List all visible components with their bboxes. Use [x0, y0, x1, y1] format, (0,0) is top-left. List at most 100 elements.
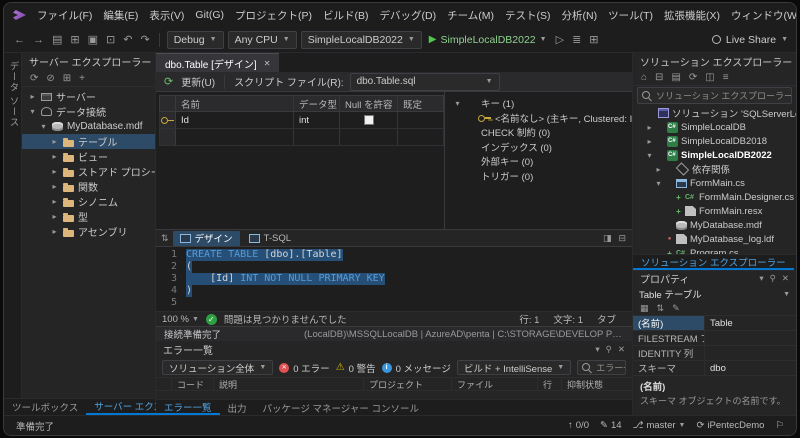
maximize-pane-icon[interactable]: ◨ [603, 233, 612, 244]
tree-item[interactable]: ▸ 関数 [22, 179, 155, 194]
close-panel-icon[interactable]: ✕ [618, 344, 625, 355]
property-value[interactable]: Table [705, 316, 796, 330]
expander-icon[interactable]: ▸ [50, 227, 59, 236]
expander-icon[interactable]: ▸ [50, 152, 59, 161]
window-position-icon[interactable]: ▾ [759, 273, 763, 284]
bottom-panel-tab[interactable]: パッケージ マネージャー コンソール [255, 400, 427, 415]
error-column-header[interactable]: 抑制状態 [562, 378, 632, 390]
menu-item[interactable]: 分析(N) [557, 8, 603, 23]
cell-column-name[interactable] [176, 129, 294, 145]
expander-icon[interactable]: ▸ [50, 197, 59, 206]
expander-icon[interactable]: ▾ [453, 99, 462, 108]
solution-tree-item[interactable]: ▾ FormMain.cs [633, 176, 796, 190]
bottom-panel-tab[interactable]: エラー一覧 [156, 400, 220, 415]
script-file-dropdown[interactable]: dbo.Table.sql ▼ [349, 72, 500, 91]
menu-item[interactable]: プロジェクト(P) [230, 8, 317, 23]
property-value[interactable] [705, 331, 796, 345]
error-column-header[interactable]: 説明 [214, 378, 364, 390]
configuration-dropdown[interactable]: Debug ▼ [166, 30, 224, 49]
messages-filter-button[interactable]: i 0 メッセージ [381, 361, 451, 375]
categorize-icon[interactable]: ▦ [640, 303, 649, 314]
add-server-icon[interactable]: + [79, 73, 85, 84]
solution-tree-item[interactable]: ▾ SimpleLocalDB2022 [633, 148, 796, 162]
platform-dropdown[interactable]: Any CPU ▼ [227, 30, 297, 49]
properties-header[interactable]: プロパティ ▾ ⚲ ✕ [633, 271, 796, 286]
solution-tree-item[interactable]: MyDatabase.mdf [633, 218, 796, 232]
tree-item[interactable]: ▾ MyDatabase.mdf [22, 119, 155, 134]
server-explorer-header[interactable]: サーバー エクスプローラー ▾⚲✕ [22, 53, 155, 70]
solution-tree-item[interactable]: + FormMain.resx [633, 204, 796, 218]
tree-item[interactable]: ▸ シノニム [22, 194, 155, 209]
table-object-item[interactable]: 外部キー (0) [445, 154, 632, 169]
selected-object-dropdown[interactable]: Table テーブル ▼ [633, 286, 796, 302]
update-button[interactable]: 更新(U) [181, 74, 215, 89]
branch-picker-button[interactable]: ⎇ master ▼ [633, 420, 686, 431]
expander-icon[interactable]: ▸ [50, 137, 59, 146]
cell-allow-null[interactable] [340, 112, 398, 128]
error-list-body[interactable] [156, 391, 632, 399]
home-icon[interactable]: ⌂ [641, 72, 647, 83]
errors-filter-button[interactable]: ✕ 0 エラー [279, 361, 330, 375]
close-tab-icon[interactable]: ✕ [264, 59, 271, 68]
solution-search-input[interactable]: ソリューション エクスプローラーの検索 (Ctrl+;) [637, 87, 792, 104]
table-object-item[interactable]: インデックス (0) [445, 140, 632, 155]
alphabetical-icon[interactable]: ⇅ [657, 303, 665, 314]
table-object-item[interactable]: CHECK 制約 (0) [445, 125, 632, 140]
menu-item[interactable]: ウィンドウ(W) [726, 8, 796, 23]
expander-icon[interactable]: ▾ [28, 107, 37, 116]
tool-window-tab[interactable]: ツールボックス [4, 399, 86, 415]
repository-button[interactable]: ⟳ iPentecDemo [696, 420, 764, 431]
refresh-icon[interactable]: ⟳ [30, 73, 38, 84]
tree-item[interactable]: ▸ 型 [22, 209, 155, 224]
tree-item[interactable]: ▸ サーバー [22, 89, 155, 104]
table-object-item[interactable]: ▾ キー (1) [445, 96, 632, 111]
grid-column-header[interactable]: Null を許容 [340, 96, 398, 111]
window-position-icon[interactable]: ▾ [595, 344, 599, 355]
solution-tree-item[interactable]: + FormMain.Designer.cs [633, 190, 796, 204]
new-file-icon[interactable]: ▤ [50, 33, 64, 46]
menu-item[interactable]: テスト(S) [500, 8, 556, 23]
collapse-all-icon[interactable]: ⊟ [655, 72, 663, 83]
menu-item[interactable]: 表示(V) [144, 8, 189, 23]
error-search-input[interactable]: エラー一覧の検索 [577, 360, 626, 375]
error-column-header[interactable]: プロジェクト [364, 378, 452, 390]
forward-icon[interactable]: → [31, 34, 46, 46]
cell-data-type[interactable] [294, 129, 340, 145]
undo-icon[interactable]: ↶ [121, 33, 134, 46]
start-debugging-button[interactable]: ▶ SimpleLocalDB2022 ▼ [426, 34, 550, 46]
tab-data-sources[interactable]: データ ソース [6, 61, 20, 398]
view-tab[interactable]: デザイン [172, 230, 240, 246]
stop-refresh-icon[interactable]: ⊘ [46, 73, 54, 84]
nest-icon[interactable]: ◫ [705, 72, 714, 83]
tree-item[interactable]: ▸ ストアド プロシージャ [22, 164, 155, 179]
error-column-header[interactable]: ファイル [452, 378, 538, 390]
solution-tree-item[interactable]: + Program.cs [633, 246, 796, 255]
tree-item[interactable]: ▾ データ接続 [22, 104, 155, 119]
attach-icon[interactable]: ⊞ [587, 33, 600, 46]
solution-explorer-header[interactable]: ソリューション エクスプローラー ▾⚲✕ [633, 53, 796, 70]
expander-icon[interactable]: ▸ [28, 92, 37, 101]
save-all-icon[interactable]: ⊡ [104, 33, 117, 46]
solution-tree-item[interactable]: ソリューション 'SQLServerLocalDB' (3/3 のプロジェクト) [633, 106, 796, 120]
property-row[interactable]: (名前) Table [633, 316, 796, 331]
property-row[interactable]: FILESTREAM ファイル [633, 331, 796, 346]
cell-data-type[interactable]: int [294, 112, 340, 128]
scope-dropdown[interactable]: ソリューション全体 ▼ [162, 360, 274, 375]
save-icon[interactable]: ▣ [86, 33, 100, 46]
refresh-icon[interactable]: ⟳ [689, 72, 697, 83]
menu-item[interactable]: ビルド(B) [318, 8, 374, 23]
solution-tree-item[interactable]: ▸ SimpleLocalDB2018 [633, 134, 796, 148]
expander-icon[interactable]: ▸ [50, 167, 59, 176]
expander-icon[interactable]: ▸ [50, 212, 59, 221]
cell-default[interactable] [398, 129, 443, 145]
menu-item[interactable]: Git(G) [190, 9, 229, 21]
property-value[interactable]: dbo [705, 361, 796, 375]
pin-icon[interactable]: ⚲ [770, 273, 776, 284]
expander-icon[interactable]: ▾ [645, 151, 654, 160]
property-pages-icon[interactable]: ✎ [672, 303, 680, 314]
view-tab[interactable]: T-SQL [242, 231, 298, 246]
table-object-item[interactable]: トリガー (0) [445, 169, 632, 184]
expander-icon[interactable]: ▾ [39, 122, 48, 131]
expander-icon[interactable]: ▸ [645, 123, 654, 132]
error-column-header[interactable]: コード [172, 378, 214, 390]
